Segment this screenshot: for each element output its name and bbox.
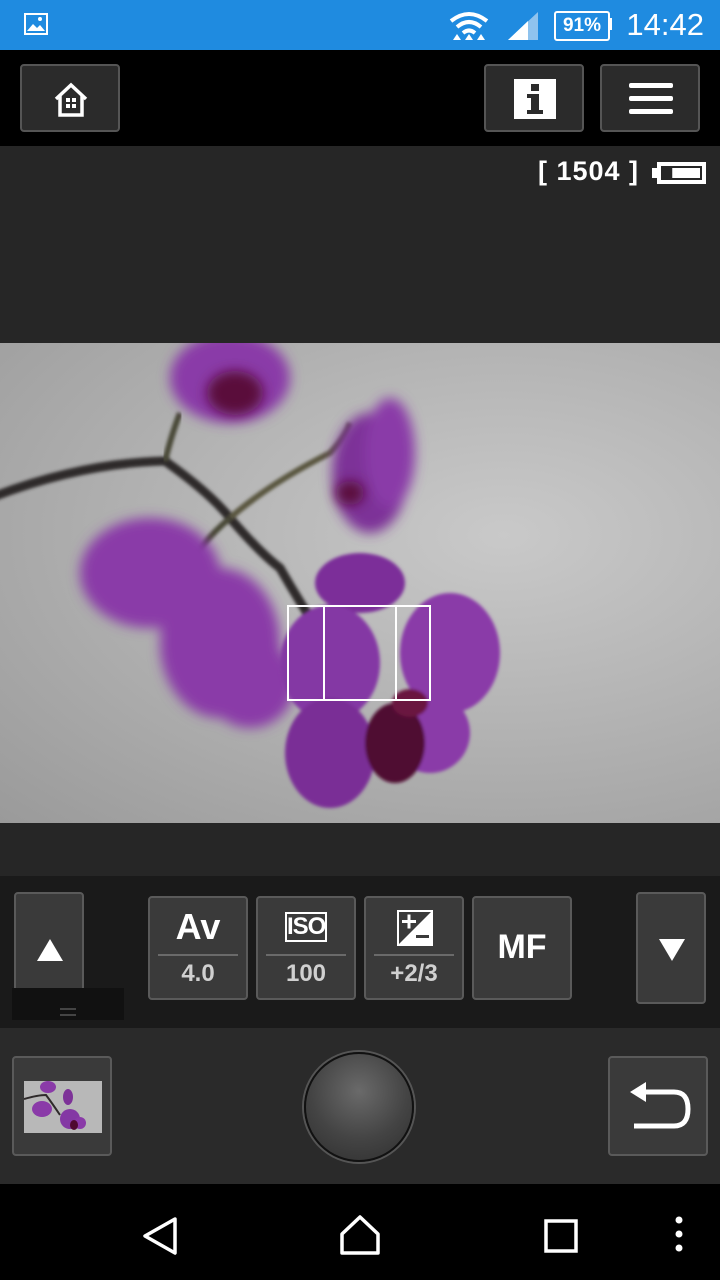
scroll-down-icon	[659, 939, 685, 961]
orchid-photo	[0, 343, 500, 808]
home-icon	[54, 82, 88, 117]
shots-remaining: [ 1504 ]	[538, 156, 640, 186]
focus-mode-button[interactable]: MF	[472, 896, 572, 1000]
home-button[interactable]	[20, 64, 120, 132]
camera-battery-level	[672, 168, 700, 178]
back-button[interactable]	[608, 1056, 708, 1156]
system-nav-bar	[0, 1184, 720, 1280]
camera-battery-icon	[652, 162, 706, 184]
thumbnail-image	[24, 1081, 102, 1133]
shooting-mode-aperture[interactable]: Av 4.0	[148, 896, 248, 1000]
battery-percent: 91%	[554, 11, 610, 41]
scroll-down-button[interactable]	[636, 892, 706, 1004]
menu-button[interactable]	[600, 64, 700, 132]
cell-signal-icon	[508, 12, 538, 40]
nav-home-icon[interactable]	[339, 1214, 381, 1256]
live-view[interactable]	[0, 343, 720, 823]
af-frame-divider	[395, 607, 397, 699]
live-view-lower-strip	[0, 823, 720, 876]
status-time: 14:42	[626, 7, 704, 42]
mode-label: Av	[175, 906, 221, 947]
nav-back-icon[interactable]	[142, 1216, 178, 1256]
drawer-handle[interactable]	[12, 988, 124, 1020]
focus-mode-label: MF	[497, 928, 547, 966]
af-frame[interactable]	[287, 605, 431, 701]
back-arrow-icon	[630, 1082, 691, 1129]
nav-more-icon[interactable]	[674, 1216, 684, 1252]
gallery-notification-icon	[24, 13, 48, 35]
info-icon	[514, 79, 556, 119]
nav-recents-icon[interactable]	[544, 1219, 578, 1253]
battery-icon	[608, 18, 612, 30]
last-photo-thumbnail[interactable]	[12, 1056, 112, 1156]
af-frame-divider	[323, 607, 325, 699]
exposure-compensation-icon	[397, 910, 433, 946]
iso-value: 100	[285, 960, 327, 987]
menu-icon	[629, 83, 673, 114]
shutter-button[interactable]	[304, 1052, 414, 1162]
aperture-value: 4.0	[181, 960, 215, 987]
info-button[interactable]	[484, 64, 584, 132]
wifi-icon	[449, 12, 489, 40]
iso-setting[interactable]: ISO 100	[256, 896, 356, 1000]
exposure-compensation[interactable]: +2/3	[364, 896, 464, 1000]
iso-label: ISO	[285, 912, 327, 942]
scroll-up-icon	[37, 939, 63, 961]
status-bar: 91% 14:42	[0, 0, 720, 50]
exposure-comp-value: +2/3	[390, 960, 438, 987]
